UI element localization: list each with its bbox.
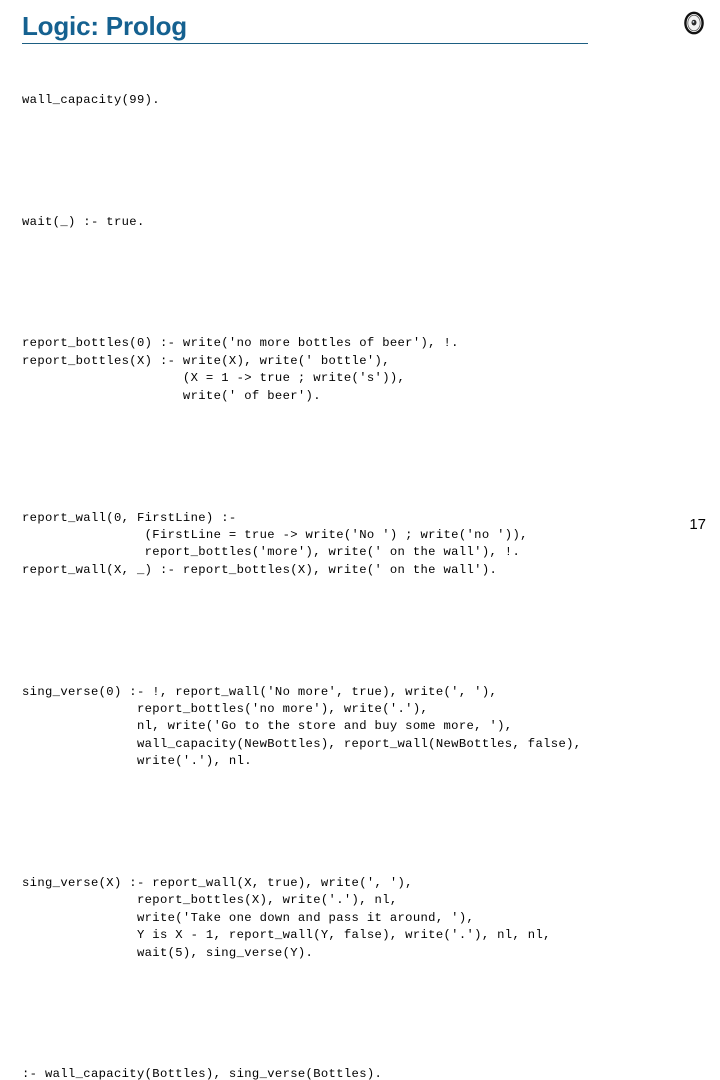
disc-icon (680, 9, 708, 37)
page-number: 17 (689, 516, 706, 533)
code-block-facts: wall_capacity(99). (22, 92, 160, 107)
page-title: Logic: Prolog (22, 11, 187, 41)
slide: Logic: Prolog wall_capacity(99). wait(_)… (0, 0, 720, 1080)
code-block-sing-verse-zero: sing_verse(0) :- !, report_wall('No more… (22, 684, 582, 769)
code-block-report-bottles: report_bottles(0) :- write('no more bott… (22, 336, 459, 403)
code-block-query: :- wall_capacity(Bottles), sing_verse(Bo… (22, 1067, 383, 1080)
code-block-sing-verse-x: sing_verse(X) :- report_wall(X, true), w… (22, 876, 551, 960)
title-divider (22, 43, 588, 44)
code-block-wait-rule: wait(_) :- true. (22, 214, 145, 229)
code-spacer (22, 805, 698, 822)
code-spacer (22, 266, 698, 283)
code-spacer (22, 997, 698, 1014)
code-spacer (22, 614, 698, 631)
code-block-report-wall: report_wall(0, FirstLine) :- (FirstLine … (22, 510, 528, 577)
code-listing: wall_capacity(99). wait(_) :- true. repo… (22, 57, 698, 1080)
code-spacer (22, 144, 698, 161)
code-spacer (22, 440, 698, 457)
